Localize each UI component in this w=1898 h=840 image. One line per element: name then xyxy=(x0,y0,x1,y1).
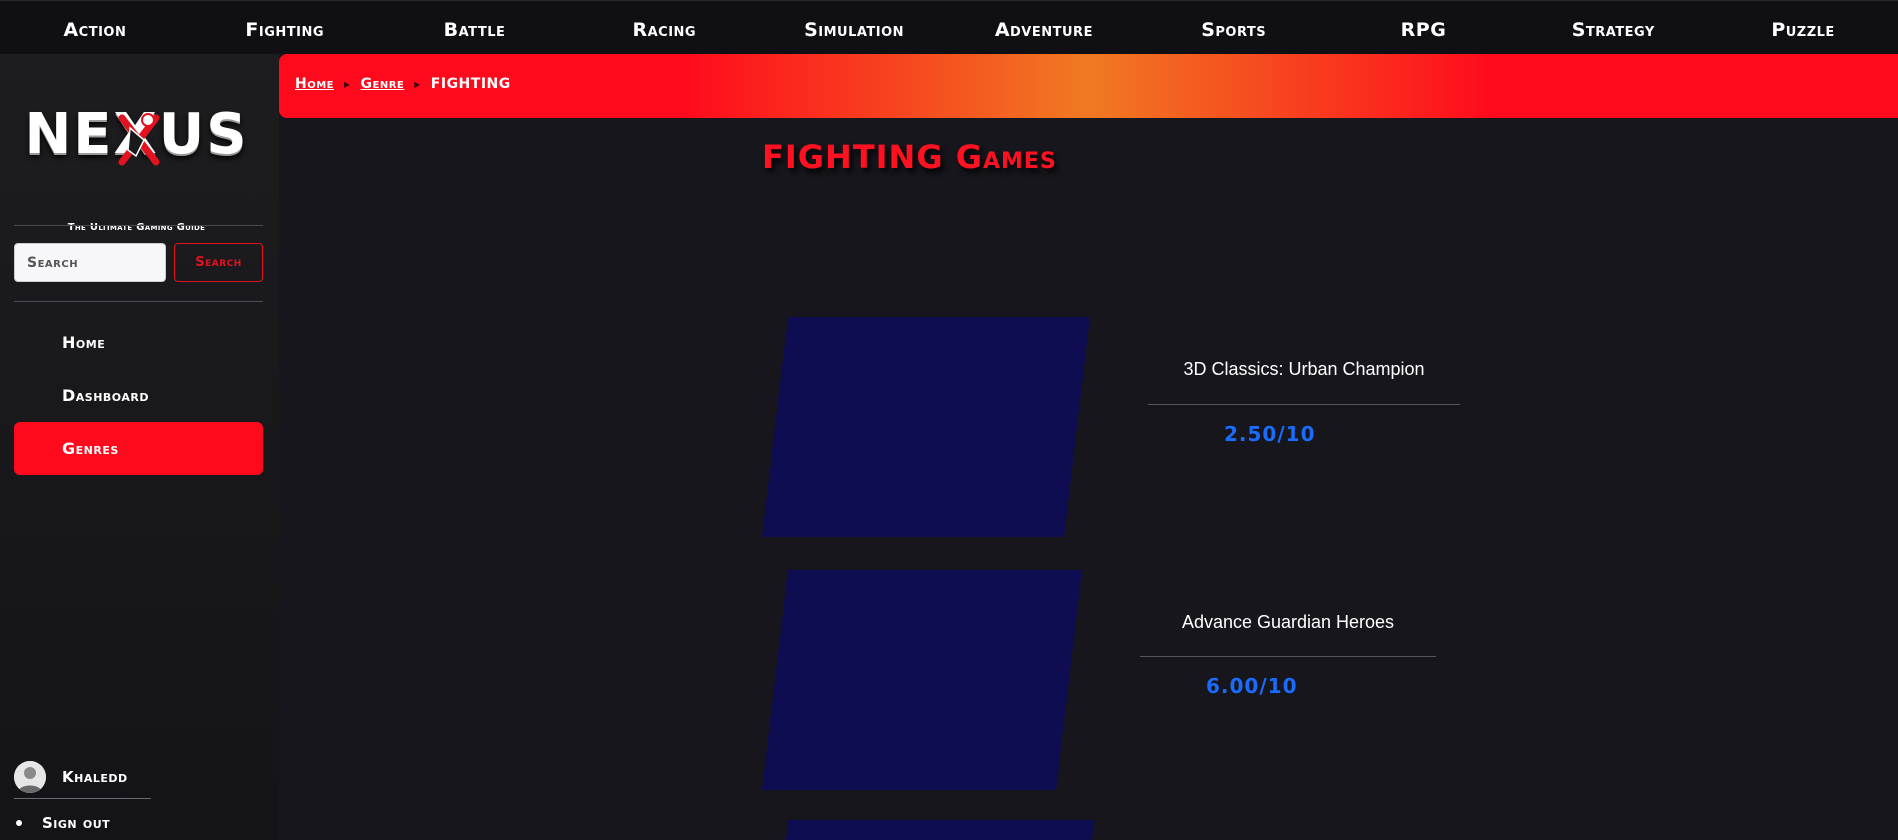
game-card[interactable]: 3D Classics: Urban Champion 2.50/10 xyxy=(762,317,1462,547)
logo-fighter-icon xyxy=(118,113,160,166)
logo-tagline: The Ultimate Gaming Guide xyxy=(67,222,206,233)
sidebar-item-dashboard[interactable]: Dashboard xyxy=(14,369,263,422)
avatar xyxy=(14,761,46,793)
breadcrumb: Home ▸ Genre ▸ FIGHTING xyxy=(279,54,1898,118)
top-nav-strategy[interactable]: Strategy xyxy=(1518,0,1708,57)
game-divider xyxy=(1148,404,1460,405)
user-profile[interactable]: Khaledd xyxy=(14,760,214,794)
signout-row: Sign out xyxy=(14,814,110,832)
top-nav-simulation[interactable]: Simulation xyxy=(759,0,949,57)
top-nav-racing[interactable]: Racing xyxy=(569,0,759,57)
top-nav-rpg[interactable]: RPG xyxy=(1329,0,1519,57)
breadcrumb-separator-icon: ▸ xyxy=(344,77,351,91)
top-nav-sports[interactable]: Sports xyxy=(1139,0,1329,57)
user-avatar-icon xyxy=(14,761,46,793)
sign-out-link[interactable]: Sign out xyxy=(42,814,110,832)
sidebar-divider xyxy=(14,225,263,226)
game-divider xyxy=(1140,656,1436,657)
search-input[interactable] xyxy=(14,243,166,282)
nexus-logo[interactable]: NEXUS The Ultimate Gaming Guide xyxy=(14,104,259,234)
genre-top-nav: Action Fighting Battle Racing Simulation… xyxy=(0,0,1898,54)
sidebar-item-genres[interactable]: Genres xyxy=(14,422,263,475)
sidebar-divider xyxy=(14,301,263,302)
game-thumbnail[interactable] xyxy=(762,570,1082,790)
top-nav-fighting[interactable]: Fighting xyxy=(190,0,380,57)
username: Khaledd xyxy=(62,768,128,786)
user-divider xyxy=(14,798,151,799)
game-card[interactable]: Advance Guardian Heroes 6.00/10 xyxy=(762,570,1462,800)
game-rating: 2.50/10 xyxy=(1224,422,1316,446)
top-nav-adventure[interactable]: Adventure xyxy=(949,0,1139,57)
breadcrumb-current: FIGHTING xyxy=(430,76,511,92)
game-title[interactable]: 3D Classics: Urban Champion xyxy=(1148,359,1460,380)
sidebar: NEXUS The Ultimate Gaming Guide Search H… xyxy=(0,54,279,840)
search-button[interactable]: Search xyxy=(174,243,263,282)
game-thumbnail[interactable] xyxy=(762,317,1090,537)
game-thumbnail[interactable] xyxy=(786,820,1094,840)
top-nav-action[interactable]: Action xyxy=(0,0,190,57)
sidebar-nav: Home Dashboard Genres xyxy=(14,316,263,475)
game-title[interactable]: Advance Guardian Heroes xyxy=(1140,612,1436,633)
breadcrumb-genre[interactable]: Genre xyxy=(361,76,405,92)
bullet-icon xyxy=(16,820,22,826)
top-nav-puzzle[interactable]: Puzzle xyxy=(1708,0,1898,57)
top-nav-battle[interactable]: Battle xyxy=(380,0,570,57)
page-title: FIGHTING Games xyxy=(762,138,1057,176)
game-rating: 6.00/10 xyxy=(1206,674,1298,698)
sidebar-item-home[interactable]: Home xyxy=(14,316,263,369)
breadcrumb-home[interactable]: Home xyxy=(295,76,334,92)
breadcrumb-separator-icon: ▸ xyxy=(414,77,421,91)
